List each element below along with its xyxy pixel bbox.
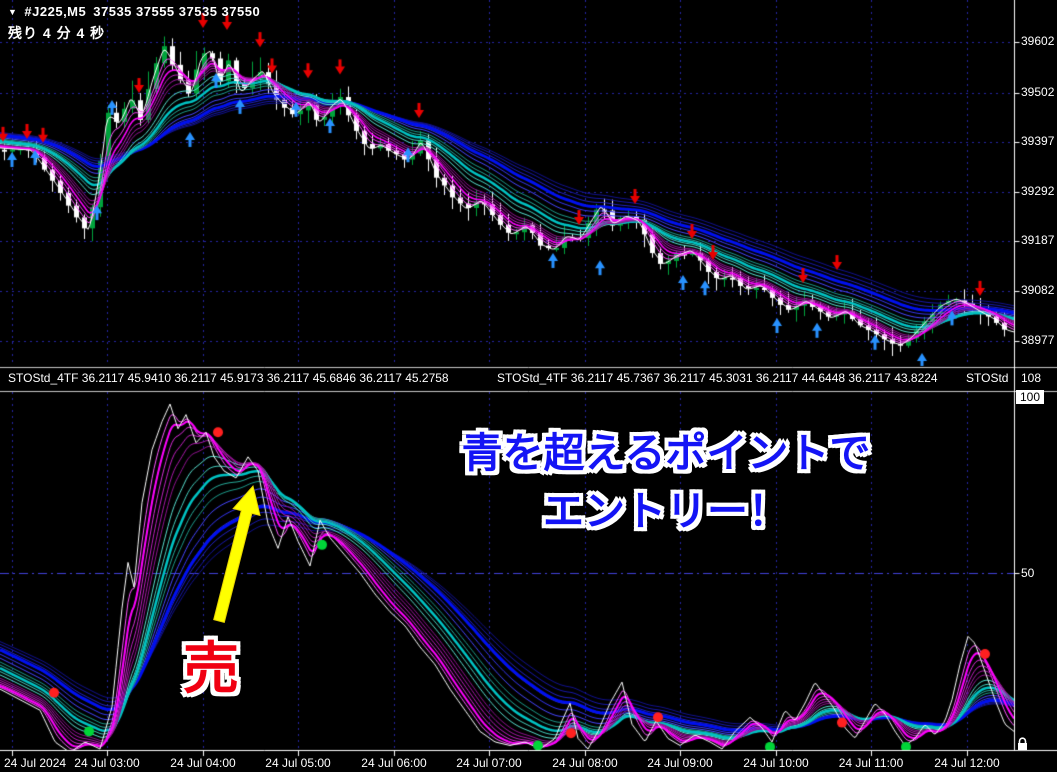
time-axis-label: 24 Jul 05:00 bbox=[265, 756, 331, 770]
entry-annotation-line2: エントリー！ bbox=[543, 488, 789, 535]
price-axis-label: 39502 bbox=[1021, 85, 1055, 99]
sell-annotation-label: 売 bbox=[183, 637, 239, 700]
price-axis-label: 39397 bbox=[1021, 134, 1055, 148]
price-axis-label: 39187 bbox=[1021, 233, 1055, 247]
time-axis-label: 24 Jul 09:00 bbox=[647, 756, 713, 770]
lock-icon[interactable] bbox=[1016, 737, 1029, 756]
indicator-values-left: STOStd_4TF 36.2117 45.9410 36.2117 45.91… bbox=[8, 371, 449, 385]
time-axis-label: 24 Jul 12:00 bbox=[934, 756, 1000, 770]
candle-timer: 残り 4 分 4 秒 bbox=[8, 25, 106, 41]
time-axis-label: 24 Jul 11:00 bbox=[838, 756, 904, 770]
ohlc-quote: 37535 37555 37535 37550 bbox=[93, 4, 261, 19]
yellow-up-arrow-icon bbox=[200, 480, 270, 635]
time-axis-label: 24 Jul 06:00 bbox=[361, 756, 427, 770]
sub-axis-50-label: 50 bbox=[1021, 566, 1035, 580]
time-axis-label: 24 Jul 03:00 bbox=[74, 756, 140, 770]
symbol-header: ▼ #J225,M5 37535 37555 37535 37550 bbox=[8, 4, 260, 19]
time-axis-label: 24 Jul 10:00 bbox=[743, 756, 809, 770]
time-axis-label: 24 Jul 2024 bbox=[4, 756, 67, 770]
time-axis-label: 24 Jul 04:00 bbox=[170, 756, 236, 770]
symbol-name: #J225,M5 bbox=[24, 4, 87, 19]
entry-annotation-line1: 青を超えるポイントで bbox=[461, 430, 871, 476]
chevron-down-icon[interactable]: ▼ bbox=[8, 7, 17, 17]
price-axis-label: 39602 bbox=[1021, 34, 1055, 48]
sub-axis-max-label: 108 bbox=[1021, 371, 1042, 385]
price-axis-label: 39082 bbox=[1021, 283, 1055, 297]
sub-axis-100-label: 100 bbox=[1016, 390, 1045, 404]
price-axis-label: 39292 bbox=[1021, 184, 1055, 198]
time-axis-label: 24 Jul 08:00 bbox=[552, 756, 618, 770]
indicator-values-right: STOStd_4TF 36.2117 45.7367 36.2117 45.30… bbox=[497, 371, 938, 385]
indicator-values-clipped: STOStd bbox=[966, 371, 1009, 385]
trading-platform-window: ▼ #J225,M5 37535 37555 37535 37550 残り 4 … bbox=[0, 0, 1057, 772]
price-axis-label: 38977 bbox=[1021, 333, 1055, 347]
entry-annotation: 青を超えるポイントで エントリー！ bbox=[436, 424, 896, 540]
chart-canvas[interactable] bbox=[0, 0, 1057, 772]
time-axis-label: 24 Jul 07:00 bbox=[456, 756, 522, 770]
